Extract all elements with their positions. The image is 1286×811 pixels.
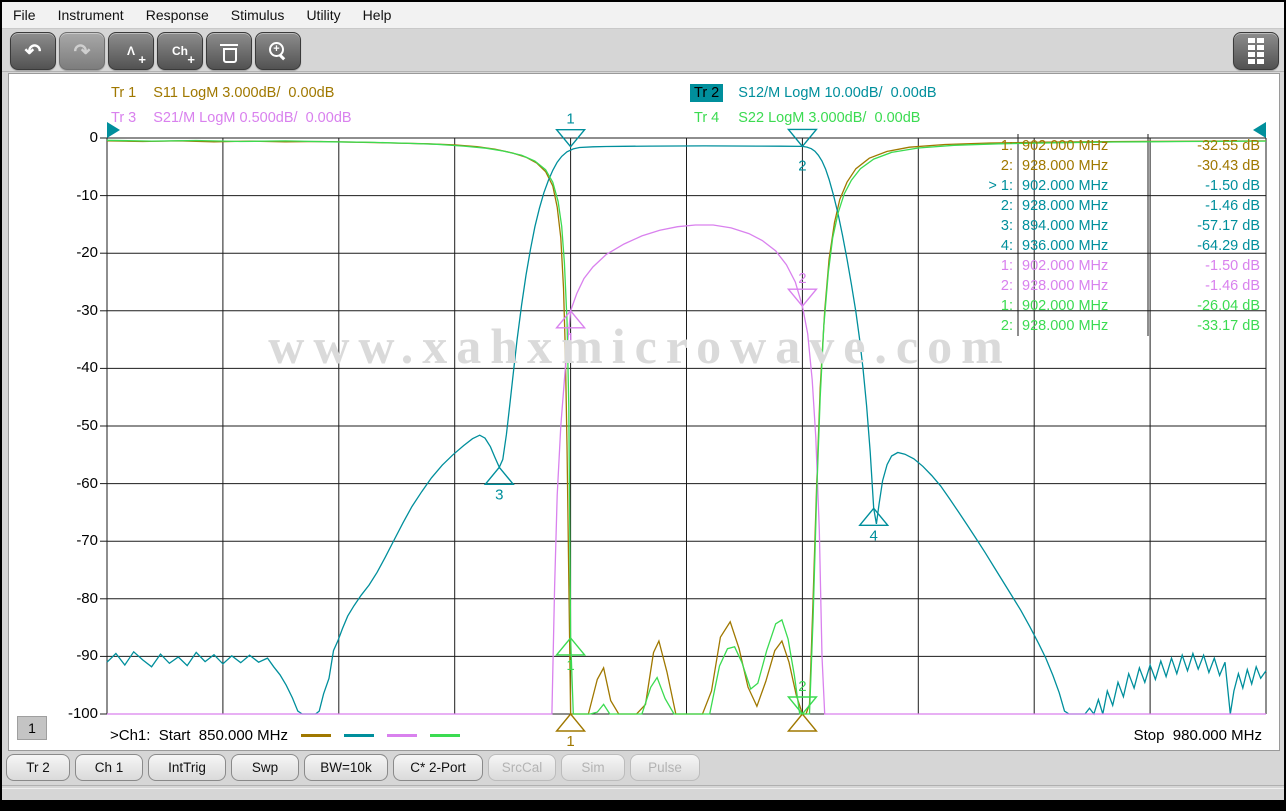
grid-cell bbox=[1257, 38, 1264, 43]
grid-cell bbox=[1248, 59, 1255, 64]
app-window: FileInstrumentResponseStimulusUtilityHel… bbox=[2, 2, 1284, 800]
undo-icon: ↶ bbox=[25, 39, 42, 64]
plot-panel[interactable] bbox=[8, 73, 1280, 751]
redo-icon: ↷ bbox=[74, 39, 91, 64]
display-layout-grid-icon bbox=[1248, 38, 1264, 64]
grid-cell bbox=[1257, 52, 1264, 57]
status-divider bbox=[2, 785, 1284, 789]
undo-button[interactable]: ↶ bbox=[10, 32, 56, 70]
status-button-swp[interactable]: Swp bbox=[231, 754, 299, 781]
menu-item-stimulus[interactable]: Stimulus bbox=[220, 3, 296, 28]
grid-cell bbox=[1257, 59, 1264, 64]
menu-item-instrument[interactable]: Instrument bbox=[47, 3, 135, 28]
zoom-in-button[interactable]: + bbox=[255, 32, 301, 70]
redo-button: ↷ bbox=[59, 32, 105, 70]
menu-item-response[interactable]: Response bbox=[135, 3, 220, 28]
vna-screenshot: { "app": {"type": "vector-network-analyz… bbox=[0, 0, 1286, 806]
status-button-tr-2[interactable]: Tr 2 bbox=[6, 754, 70, 781]
grid-cell bbox=[1248, 45, 1255, 50]
add-channel-icon: Ch bbox=[172, 44, 188, 58]
menu-item-utility[interactable]: Utility bbox=[295, 3, 351, 28]
trash-can bbox=[223, 48, 237, 63]
plus-glyph: + bbox=[138, 55, 146, 65]
delete-button[interactable] bbox=[206, 32, 252, 70]
status-button-bw-10k[interactable]: BW=10k bbox=[304, 754, 388, 781]
menu-bar: FileInstrumentResponseStimulusUtilityHel… bbox=[2, 2, 1284, 29]
status-button-pulse: Pulse bbox=[630, 754, 700, 781]
grid-cell bbox=[1248, 52, 1255, 57]
display-layout-button[interactable] bbox=[1233, 32, 1279, 70]
status-button-inttrig[interactable]: IntTrig bbox=[148, 754, 226, 781]
add-channel-button[interactable]: Ch+ bbox=[157, 32, 203, 70]
status-button-sim: Sim bbox=[561, 754, 625, 781]
plus-glyph: + bbox=[187, 55, 195, 65]
grid-cell bbox=[1248, 38, 1255, 43]
grid-cell bbox=[1257, 45, 1264, 50]
status-button-ch-1[interactable]: Ch 1 bbox=[75, 754, 143, 781]
toolbar: ↶↷Λ+Ch++ bbox=[2, 29, 1284, 72]
menu-item-file[interactable]: File bbox=[2, 3, 47, 28]
menu-item-help[interactable]: Help bbox=[352, 3, 403, 28]
status-button-c-2-port[interactable]: C* 2-Port bbox=[393, 754, 483, 781]
status-bar: Tr 2Ch 1IntTrigSwpBW=10kC* 2-PortSrcCalS… bbox=[6, 754, 700, 781]
status-button-srccal: SrcCal bbox=[488, 754, 556, 781]
zoom-handle bbox=[279, 54, 285, 60]
add-marker-icon: Λ bbox=[127, 44, 135, 58]
add-marker-button[interactable]: Λ+ bbox=[108, 32, 154, 70]
trash-lid bbox=[220, 44, 238, 46]
zoom-in-icon: + bbox=[268, 41, 288, 61]
delete-icon bbox=[222, 44, 236, 59]
